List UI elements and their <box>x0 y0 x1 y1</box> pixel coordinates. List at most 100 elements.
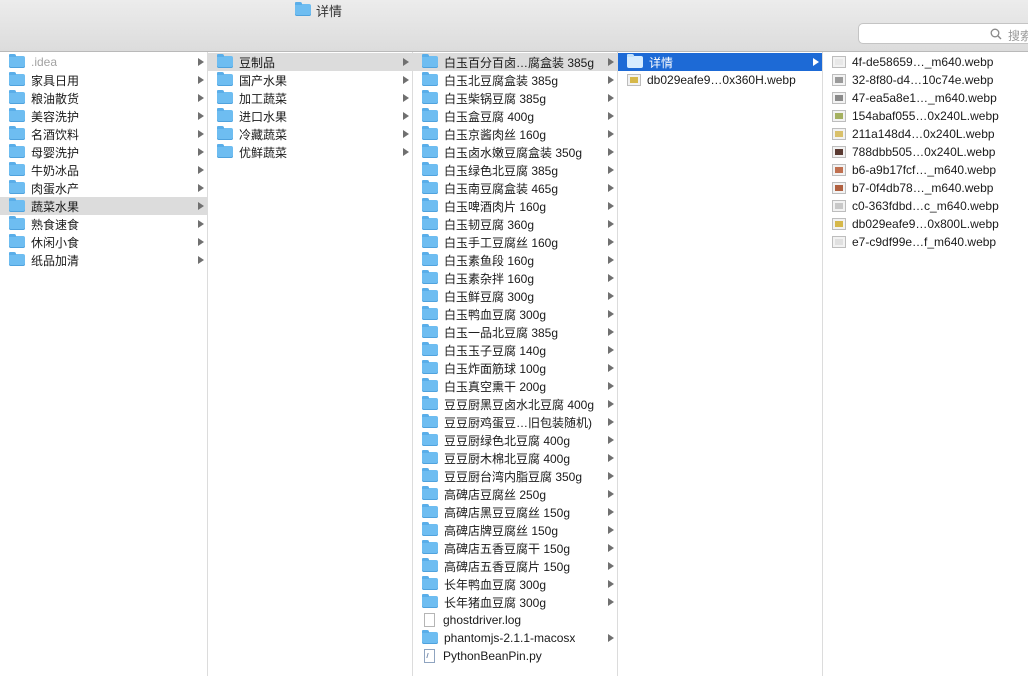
folder-item[interactable]: 牛奶冰品 <box>0 161 207 179</box>
folder-item[interactable]: 粮油散货 <box>0 89 207 107</box>
folder-item[interactable]: 白玉北豆腐盒装 385g <box>413 71 617 89</box>
item-label: 豆豆厨黑豆卤水北豆腐 400g <box>444 397 595 412</box>
folder-item[interactable]: 长年猪血豆腐 300g <box>413 593 617 611</box>
search-placeholder: 搜索 <box>1008 29 1028 43</box>
folder-icon <box>422 432 438 446</box>
folder-item[interactable]: 白玉卤水嫩豆腐盒装 350g <box>413 143 617 161</box>
folder-item[interactable]: 豆豆厨鸡蛋豆…旧包装随机) <box>413 413 617 431</box>
folder-item[interactable]: 白玉南豆腐盒装 465g <box>413 179 617 197</box>
file-item[interactable]: 154abaf055…0x240L.webp <box>823 107 1028 125</box>
folder-item[interactable]: .idea <box>0 53 207 71</box>
folder-icon <box>422 396 438 410</box>
item-label: 长年猪血豆腐 300g <box>444 595 547 610</box>
folder-item[interactable]: 白玉手工豆腐丝 160g <box>413 233 617 251</box>
folder-icon <box>422 162 438 176</box>
item-label: 高碑店豆腐丝 250g <box>444 487 547 502</box>
folder-item[interactable]: 白玉真空熏干 200g <box>413 377 617 395</box>
folder-item[interactable]: 长年鸭血豆腐 300g <box>413 575 617 593</box>
column-1[interactable]: .idea 家具日用 粮油散货美容洗护 名酒饮料 母婴洗护 牛奶冰品 肉蛋水产 蔬菜水果 熟食速… <box>0 52 208 676</box>
folder-item[interactable]: 高碑店五香豆腐片 150g <box>413 557 617 575</box>
folder-item[interactable]: 豆制品 <box>208 53 412 71</box>
folder-item[interactable]: 高碑店牌豆腐丝 150g <box>413 521 617 539</box>
folder-item[interactable]: 白玉鲜豆腐 300g <box>413 287 617 305</box>
column-2[interactable]: 豆制品 国产水果 加工蔬菜 进口水果 冷藏蔬菜 优鲜蔬菜 <box>208 52 413 676</box>
disclosure-arrow-icon <box>608 472 614 480</box>
disclosure-arrow-icon <box>198 94 204 102</box>
folder-item[interactable]: 熟食速食 <box>0 215 207 233</box>
folder-item[interactable]: 母婴洗护 <box>0 143 207 161</box>
folder-item[interactable]: 豆豆厨黑豆卤水北豆腐 400g <box>413 395 617 413</box>
file-item[interactable]: 788dbb505…0x240L.webp <box>823 143 1028 161</box>
disclosure-arrow-icon <box>608 418 614 426</box>
folder-item[interactable]: 进口水果 <box>208 107 412 125</box>
file-item[interactable]: b6-a9b17fcf…_m640.webp <box>823 161 1028 179</box>
folder-item[interactable]: 国产水果 <box>208 71 412 89</box>
folder-icon <box>9 144 25 158</box>
folder-item[interactable]: 肉蛋水产 <box>0 179 207 197</box>
file-item[interactable]: db029eafe9…0x360H.webp <box>618 71 822 89</box>
file-item[interactable]: 4f-de58659…_m640.webp <box>823 53 1028 71</box>
folder-item[interactable]: 豆豆厨绿色北豆腐 400g <box>413 431 617 449</box>
file-item[interactable]: 32-8f80-d4…10c74e.webp <box>823 71 1028 89</box>
folder-item[interactable]: 白玉京酱肉丝 160g <box>413 125 617 143</box>
folder-item[interactable]: 休闲小食 <box>0 233 207 251</box>
item-label: 白玉素杂拌 160g <box>444 271 535 286</box>
folder-item[interactable]: 白玉玉子豆腐 140g <box>413 341 617 359</box>
folder-item[interactable]: 高碑店五香豆腐干 150g <box>413 539 617 557</box>
folder-item[interactable]: 详情 <box>618 53 822 71</box>
folder-item[interactable]: 蔬菜水果 <box>0 197 207 215</box>
document-icon <box>424 613 435 627</box>
file-item[interactable]: PythonBeanPin.py <box>413 647 617 665</box>
image-thumbnail-icon <box>832 236 846 248</box>
file-item[interactable]: ghostdriver.log <box>413 611 617 629</box>
folder-item[interactable]: 名酒饮料 <box>0 125 207 143</box>
folder-item[interactable]: 优鲜蔬菜 <box>208 143 412 161</box>
folder-item[interactable]: 豆豆厨台湾内脂豆腐 350g <box>413 467 617 485</box>
folder-icon <box>217 144 233 158</box>
folder-item[interactable]: 冷藏蔬菜 <box>208 125 412 143</box>
column-4[interactable]: 详情 db029eafe9…0x360H.webp <box>618 52 823 676</box>
folder-item[interactable]: 白玉百分百卤…腐盒装 385g <box>413 53 617 71</box>
file-item[interactable]: 47-ea5a8e1…_m640.webp <box>823 89 1028 107</box>
disclosure-arrow-icon <box>198 58 204 66</box>
folder-item[interactable]: 白玉鸭血豆腐 300g <box>413 305 617 323</box>
folder-item[interactable]: 白玉一品北豆腐 385g <box>413 323 617 341</box>
item-label: 白玉啤酒肉片 160g <box>444 199 547 214</box>
folder-item[interactable]: 豆豆厨木棉北豆腐 400g <box>413 449 617 467</box>
folder-item[interactable]: 加工蔬菜 <box>208 89 412 107</box>
item-label: 47-ea5a8e1…_m640.webp <box>852 91 997 105</box>
folder-item[interactable]: 高碑店豆腐丝 250g <box>413 485 617 503</box>
folder-item[interactable]: 白玉韧豆腐 360g <box>413 215 617 233</box>
folder-item[interactable]: 美容洗护 <box>0 107 207 125</box>
disclosure-arrow-icon <box>608 274 614 282</box>
folder-icon <box>422 108 438 122</box>
search-input[interactable]: 搜索 <box>858 23 1028 44</box>
file-item[interactable]: e7-c9df99e…f_m640.webp <box>823 233 1028 251</box>
folder-item[interactable]: 白玉素杂拌 160g <box>413 269 617 287</box>
folder-item[interactable]: 白玉素鱼段 160g <box>413 251 617 269</box>
column-3[interactable]: 白玉百分百卤…腐盒装 385g 白玉北豆腐盒装 385g 白玉柴锅豆腐 385g 白玉… <box>413 52 618 676</box>
title-bar: 详情 搜索 <box>0 0 1028 52</box>
file-item[interactable]: 211a148d4…0x240L.webp <box>823 125 1028 143</box>
folder-icon <box>422 90 438 104</box>
folder-icon <box>422 558 438 572</box>
file-item[interactable]: b7-0f4db78…_m640.webp <box>823 179 1028 197</box>
folder-item[interactable]: 白玉盒豆腐 400g <box>413 107 617 125</box>
item-label: 211a148d4…0x240L.webp <box>852 127 995 141</box>
file-item[interactable]: db029eafe9…0x800L.webp <box>823 215 1028 233</box>
image-thumbnail-icon <box>832 218 846 230</box>
folder-item[interactable]: 白玉柴锅豆腐 385g <box>413 89 617 107</box>
folder-item[interactable]: 高碑店黑豆豆腐丝 150g <box>413 503 617 521</box>
folder-item[interactable]: 纸品加清 <box>0 251 207 269</box>
folder-item[interactable]: 白玉绿色北豆腐 385g <box>413 161 617 179</box>
item-label: 美容洗护 <box>31 109 80 124</box>
folder-item[interactable]: 白玉炸面筋球 100g <box>413 359 617 377</box>
disclosure-arrow-icon <box>608 598 614 606</box>
folder-item[interactable]: phantomjs-2.1.1-macosx <box>413 629 617 647</box>
folder-item[interactable]: 白玉啤酒肉片 160g <box>413 197 617 215</box>
folder-item[interactable]: 家具日用 <box>0 71 207 89</box>
folder-icon <box>422 306 438 320</box>
file-item[interactable]: c0-363fdbd…c_m640.webp <box>823 197 1028 215</box>
column-5[interactable]: 4f-de58659…_m640.webp 32-8f80-d4…10c74e.w… <box>823 52 1028 676</box>
folder-icon <box>9 108 25 122</box>
